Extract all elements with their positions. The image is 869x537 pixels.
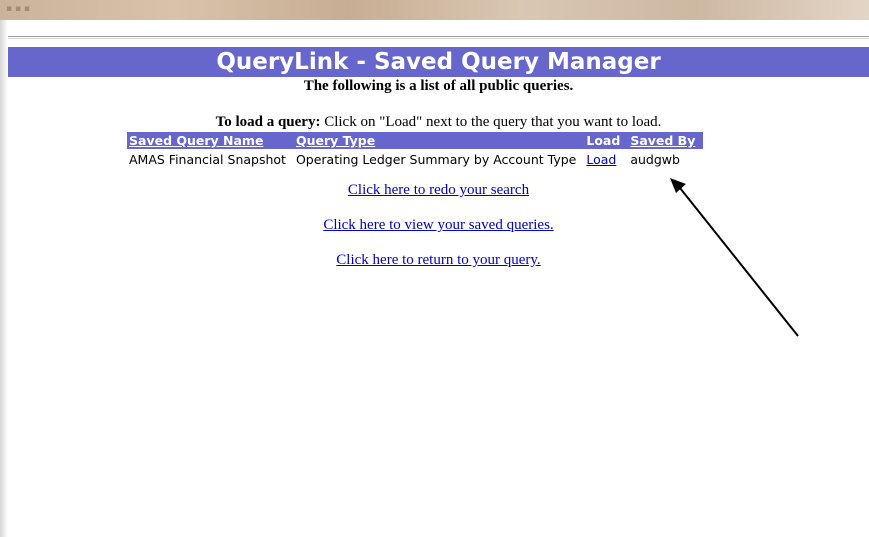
annotation-arrow-icon: [670, 178, 799, 337]
